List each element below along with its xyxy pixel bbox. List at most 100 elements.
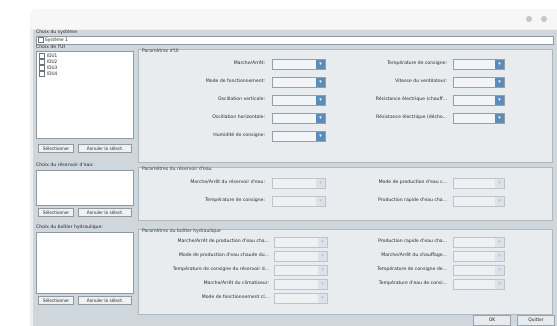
field-label: Température de consigne: bbox=[387, 61, 447, 66]
hydro-heating-onoff-select[interactable]: ▾ bbox=[453, 251, 505, 262]
chevron-down-icon[interactable]: ▾ bbox=[316, 114, 325, 123]
chevron-down-icon[interactable]: ▾ bbox=[495, 179, 504, 188]
chevron-down-icon[interactable]: ▾ bbox=[318, 266, 327, 275]
chevron-down-icon[interactable]: ▾ bbox=[495, 280, 504, 289]
unit-label: IDU1 bbox=[47, 53, 58, 58]
field-label: Marche/Arrêt du climatiseur: bbox=[203, 281, 269, 286]
window-dot-icon[interactable] bbox=[541, 16, 547, 22]
field-label: Oscillation horizontale: bbox=[212, 115, 265, 120]
heater-select[interactable]: ▾ bbox=[453, 95, 505, 106]
tank-setpoint-select[interactable]: ▾ bbox=[272, 196, 326, 207]
chevron-down-icon[interactable]: ▾ bbox=[316, 78, 325, 87]
field-label: Marche/Arrêt du réservoir d'eau: bbox=[190, 180, 265, 185]
chevron-down-icon[interactable]: ▾ bbox=[318, 280, 327, 289]
field-label: Température de consigne de... bbox=[377, 267, 447, 272]
field-label: Marche/Arrêt: bbox=[233, 61, 265, 66]
ok-button[interactable]: OK bbox=[473, 315, 511, 326]
chevron-down-icon[interactable]: ▾ bbox=[495, 266, 504, 275]
tank-select-all-button[interactable]: Sélectionner bbox=[38, 208, 74, 217]
defrost-select[interactable]: ▾ bbox=[453, 113, 505, 124]
field-label: Mode de fonctionnement: bbox=[205, 79, 265, 84]
chevron-down-icon[interactable]: ▾ bbox=[495, 78, 504, 87]
unit-label: IDU3 bbox=[47, 65, 58, 70]
chevron-down-icon[interactable]: ▾ bbox=[316, 179, 325, 188]
tank-params-title: Paramètres du réservoir d'eau bbox=[142, 167, 212, 172]
hydro-params-group: Paramètres du boîtier hydraulique Marche… bbox=[138, 229, 553, 315]
field-label: Température de consigne du réservoir d..… bbox=[172, 267, 269, 272]
chevron-down-icon[interactable]: ▾ bbox=[495, 114, 504, 123]
system-checkbox[interactable] bbox=[38, 37, 44, 43]
field-label: Production rapide d'eau cha... bbox=[378, 239, 447, 244]
unit-label: IDU4 bbox=[47, 71, 58, 76]
field-label: Résistance électrique (chauff... bbox=[375, 97, 447, 102]
field-label: Mode de production d'eau chaude du... bbox=[178, 253, 269, 258]
hydro-group-label: Choix du boîtier hydraulique: bbox=[36, 225, 103, 230]
ui-params-title: Paramètres d'UI bbox=[142, 49, 179, 54]
setpoint-select[interactable]: ▾ bbox=[453, 59, 505, 70]
hydro-ac-onoff-select[interactable]: ▾ bbox=[274, 279, 328, 290]
system-label: Choix du système bbox=[36, 30, 78, 35]
tank-deselect-button[interactable]: Annuler la sélect. bbox=[78, 208, 132, 217]
hydro-tank-setpoint-select[interactable]: ▾ bbox=[274, 265, 328, 276]
chevron-down-icon[interactable]: ▾ bbox=[316, 60, 325, 69]
tank-mode-select[interactable]: ▾ bbox=[453, 178, 505, 189]
dialog-window: Choix du système Système 1 Choix de l'UI… bbox=[30, 9, 557, 326]
chevron-down-icon[interactable]: ▾ bbox=[495, 238, 504, 247]
hydro-params-title: Paramètres du boîtier hydraulique bbox=[142, 229, 221, 234]
window-dot-icon[interactable] bbox=[526, 16, 532, 22]
tank-list[interactable] bbox=[36, 170, 134, 206]
hydro-setpoint-select[interactable]: ▾ bbox=[453, 265, 505, 276]
tank-group-label: Choix du réservoir d'eau: bbox=[36, 163, 94, 168]
title-bar bbox=[30, 9, 557, 29]
horizontal-swing-select[interactable]: ▾ bbox=[272, 113, 326, 124]
system-value: Système 1 bbox=[45, 38, 68, 43]
field-label: Oscillation verticale: bbox=[218, 97, 265, 102]
hydro-mode-select[interactable]: ▾ bbox=[274, 293, 328, 304]
vertical-swing-select[interactable]: ▾ bbox=[272, 95, 326, 106]
hydro-fast-select[interactable]: ▾ bbox=[453, 237, 505, 248]
ui-select-all-button[interactable]: Sélectionner bbox=[38, 144, 74, 153]
chevron-down-icon[interactable]: ▾ bbox=[316, 132, 325, 141]
field-label: Production rapide d'eau cha... bbox=[378, 198, 447, 203]
chevron-down-icon[interactable]: ▾ bbox=[495, 197, 504, 206]
field-label: Mode de fonctionnement cl... bbox=[201, 295, 269, 300]
hydro-list[interactable] bbox=[36, 232, 134, 294]
onoff-select[interactable]: ▾ bbox=[272, 59, 326, 70]
chevron-down-icon[interactable]: ▾ bbox=[495, 96, 504, 105]
ui-group-label: Choix de l'UI bbox=[36, 45, 65, 50]
ui-list[interactable]: IDU1 IDU2 IDU3 IDU4 bbox=[36, 51, 134, 139]
field-label: Résistance électrique (décho... bbox=[376, 115, 447, 120]
humidity-select[interactable]: ▾ bbox=[272, 131, 326, 142]
field-label: Mode de production d'eau c... bbox=[378, 180, 447, 185]
field-label: Température d'eau de consi... bbox=[378, 281, 447, 286]
field-label: Humidité de consigne: bbox=[213, 133, 265, 138]
hydro-water-temp-select[interactable]: ▾ bbox=[453, 279, 505, 290]
fan-speed-select[interactable]: ▾ bbox=[453, 77, 505, 88]
chevron-down-icon[interactable]: ▾ bbox=[495, 60, 504, 69]
chevron-down-icon[interactable]: ▾ bbox=[316, 197, 325, 206]
ui-params-group: Paramètres d'UI Marche/Arrêt: ▾ Mode de … bbox=[138, 49, 553, 163]
tank-params-group: Paramètres du réservoir d'eau Marche/Arr… bbox=[138, 167, 553, 221]
chevron-down-icon[interactable]: ▾ bbox=[318, 294, 327, 303]
chevron-down-icon[interactable]: ▾ bbox=[318, 252, 327, 261]
field-label: Marche/Arrêt de production d'eau cha... bbox=[177, 239, 269, 244]
field-label: Température de consigne: bbox=[205, 198, 265, 203]
chevron-down-icon[interactable]: ▾ bbox=[495, 252, 504, 261]
hydro-dhw-onoff-select[interactable]: ▾ bbox=[274, 237, 328, 248]
hydro-deselect-button[interactable]: Annuler la sélect. bbox=[78, 296, 132, 305]
settings-panel: Choix du système Système 1 Choix de l'UI… bbox=[33, 30, 557, 326]
checkbox-icon[interactable] bbox=[39, 71, 45, 77]
tank-fast-select[interactable]: ▾ bbox=[453, 196, 505, 207]
mode-select[interactable]: ▾ bbox=[272, 77, 326, 88]
hydro-dhw-mode-select[interactable]: ▾ bbox=[274, 251, 328, 262]
ui-deselect-button[interactable]: Annuler la sélect. bbox=[78, 144, 132, 153]
chevron-down-icon[interactable]: ▾ bbox=[316, 96, 325, 105]
list-item[interactable]: IDU4 bbox=[39, 71, 57, 77]
hydro-select-all-button[interactable]: Sélectionner bbox=[38, 296, 74, 305]
tank-onoff-select[interactable]: ▾ bbox=[272, 178, 326, 189]
quit-button[interactable]: Quitter bbox=[517, 315, 555, 326]
field-label: Vitesse du ventilateur: bbox=[395, 79, 447, 84]
unit-label: IDU2 bbox=[47, 59, 58, 64]
system-select[interactable]: Système 1 bbox=[36, 36, 554, 45]
chevron-down-icon[interactable]: ▾ bbox=[318, 238, 327, 247]
